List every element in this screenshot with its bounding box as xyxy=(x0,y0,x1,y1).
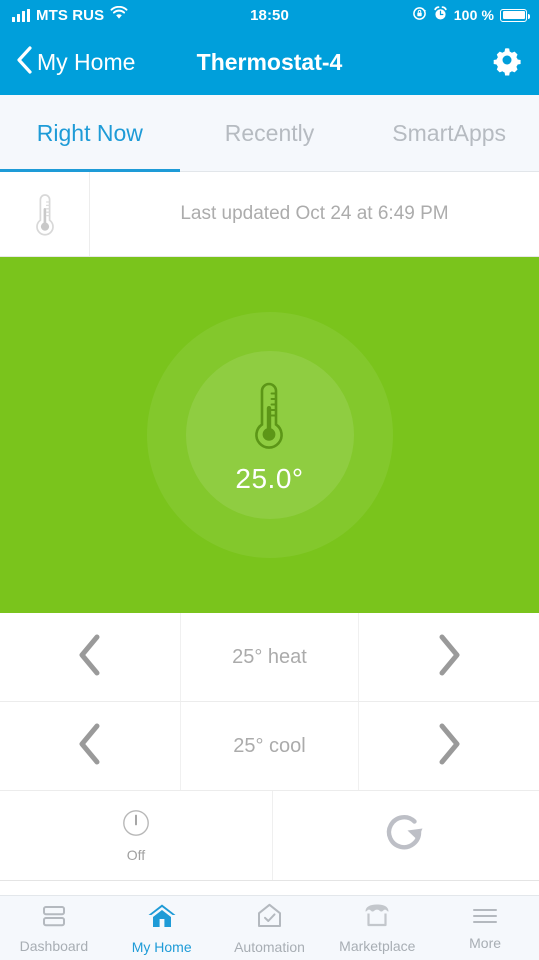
tabbar-item-more[interactable]: More xyxy=(431,896,539,960)
status-bar-left: MTS RUS xyxy=(12,5,250,24)
tabbar-label: My Home xyxy=(131,938,192,955)
chevron-right-icon xyxy=(434,633,464,682)
refresh-icon xyxy=(382,809,430,862)
chevron-left-icon xyxy=(16,46,33,79)
hero-content: 25.0° xyxy=(235,376,303,495)
signal-bars-icon xyxy=(12,8,30,22)
rotation-lock-icon xyxy=(412,6,427,25)
battery-percent-label: 100 % xyxy=(453,7,494,23)
chevron-left-icon xyxy=(75,633,105,682)
last-updated-text: Last updated Oct 24 at 6:49 PM xyxy=(180,203,449,224)
tabbar-item-my-home[interactable]: My Home xyxy=(108,896,216,960)
tabbar-label: Dashboard xyxy=(19,937,89,954)
heat-setpoint-label: 25° heat xyxy=(232,645,307,668)
tabbar-item-dashboard[interactable]: Dashboard xyxy=(0,896,108,960)
tab-bar: Right Now Recently SmartApps xyxy=(0,95,539,172)
tabbar-item-marketplace[interactable]: Marketplace xyxy=(323,896,431,960)
tab-label: SmartApps xyxy=(392,119,507,146)
heat-setpoint-row: 25° heat xyxy=(0,613,539,702)
temperature-hero[interactable]: 25.0° xyxy=(0,257,539,613)
last-updated-row: Last updated Oct 24 at 6:49 PM xyxy=(0,172,539,257)
bottom-tab-bar: Dashboard My Home Automation Marketplace… xyxy=(0,895,539,960)
fan-mode-button[interactable] xyxy=(273,791,539,880)
mode-row: Off xyxy=(0,791,539,881)
power-icon xyxy=(122,809,150,842)
status-bar-right: 100 % xyxy=(289,5,530,25)
thermometer-icon xyxy=(245,376,293,461)
heat-increase-button[interactable] xyxy=(358,613,539,701)
battery-icon xyxy=(500,8,530,22)
cool-setpoint-label: 25° cool xyxy=(233,734,306,757)
heat-decrease-button[interactable] xyxy=(0,613,181,701)
dashboard-icon xyxy=(41,903,67,934)
tabbar-label: More xyxy=(469,934,502,951)
chevron-right-icon xyxy=(434,722,464,771)
tabbar-label: Marketplace xyxy=(339,938,416,954)
cool-setpoint-row: 25° cool xyxy=(0,702,539,791)
cool-decrease-button[interactable] xyxy=(0,702,181,790)
bottom-spacer xyxy=(0,881,539,895)
back-button[interactable]: My Home xyxy=(16,46,135,79)
tab-right-now[interactable]: Right Now xyxy=(0,95,180,172)
storefront-icon xyxy=(363,902,391,934)
hamburger-icon xyxy=(471,906,499,931)
automation-check-icon xyxy=(256,902,283,935)
power-mode-label: Off xyxy=(126,846,146,863)
back-label: My Home xyxy=(37,49,136,75)
home-icon xyxy=(147,902,177,935)
tab-label: Right Now xyxy=(36,119,143,146)
wifi-icon xyxy=(110,5,128,24)
tab-label: Recently xyxy=(224,119,315,146)
nav-bar: My Home Thermostat-4 xyxy=(0,30,539,95)
tab-smartapps[interactable]: SmartApps xyxy=(359,95,539,171)
chevron-left-icon xyxy=(75,722,105,771)
tabbar-item-automation[interactable]: Automation xyxy=(216,896,324,960)
alarm-clock-icon xyxy=(433,5,448,25)
tab-recently[interactable]: Recently xyxy=(180,95,360,171)
app-root: MTS RUS 18:50 100 % My Home Thermostat-4… xyxy=(0,0,539,960)
status-bar: MTS RUS 18:50 100 % xyxy=(0,0,539,30)
cool-increase-button[interactable] xyxy=(358,702,539,790)
status-bar-clock: 18:50 xyxy=(250,6,289,24)
gear-icon xyxy=(491,44,523,81)
thermometer-icon xyxy=(0,172,90,256)
tabbar-label: Automation xyxy=(234,938,305,955)
settings-button[interactable] xyxy=(491,44,523,81)
hero-temperature: 25.0° xyxy=(235,462,304,494)
power-mode-button[interactable]: Off xyxy=(0,791,273,880)
carrier-label: MTS RUS xyxy=(36,6,105,24)
